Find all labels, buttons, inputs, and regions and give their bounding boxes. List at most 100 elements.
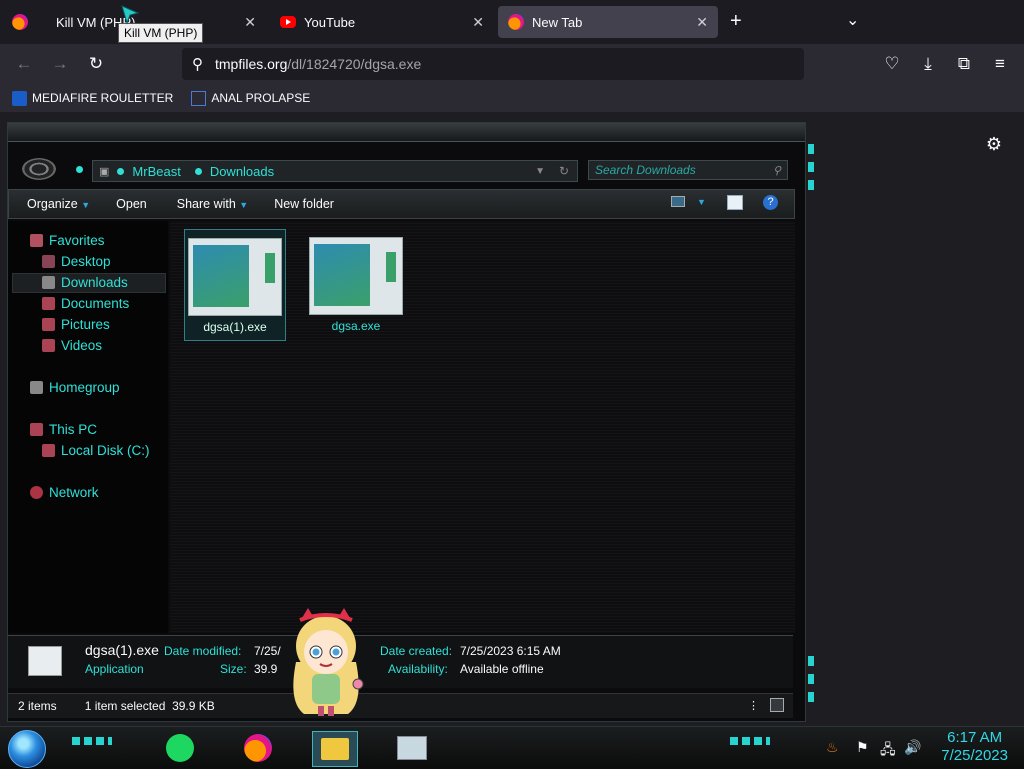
system-clock[interactable]: 6:17 AM 7/25/2023 [941, 729, 1008, 765]
nav-local-disk[interactable]: Local Disk (C:) [42, 443, 150, 458]
nav-this-pc[interactable]: This PC [30, 422, 97, 437]
url-bar[interactable]: ⚲ tmpfiles.org/dl/1824720/dgsa.exe [182, 48, 804, 80]
bookmark-second[interactable]: ANAL PROLAPSE [191, 90, 311, 106]
search-input[interactable]: Search Downloads ⚲ [588, 160, 788, 180]
file-list: dgsa(1).exe dgsa.exe [170, 221, 795, 633]
refresh-icon[interactable]: ↻ [559, 164, 569, 178]
nav-homegroup[interactable]: Homegroup [30, 380, 120, 395]
date-created-value: 7/25/2023 6:15 AM [460, 644, 561, 658]
chevron-down-icon[interactable]: ▼ [535, 166, 545, 177]
nav-documents[interactable]: Documents [42, 296, 129, 311]
file-item[interactable]: dgsa(1).exe [184, 229, 286, 341]
selection-info: 1 item selected 39.9 KB [84, 699, 215, 713]
taskbar-firefox[interactable] [236, 731, 280, 765]
taskbar-notes-app[interactable] [158, 731, 202, 765]
tab-youtube[interactable]: YouTube ✕ [270, 6, 494, 38]
chevron-down-icon[interactable]: ⌄ [846, 10, 859, 30]
file-name: dgsa.exe [331, 319, 381, 333]
start-button[interactable] [8, 730, 46, 768]
network-status-icon[interactable]: 🖧 [880, 739, 896, 763]
file-item[interactable]: dgsa.exe [306, 229, 406, 339]
open-button[interactable]: Open [116, 197, 147, 211]
window-edge-decoration [808, 656, 814, 702]
cursor-icon [121, 5, 140, 25]
large-icons-view-icon[interactable] [770, 698, 784, 712]
command-bar: Organize ▼ Open Share with ▼ New folder … [8, 189, 795, 219]
taskbar-file-explorer[interactable] [312, 731, 358, 767]
youtube-icon [280, 16, 296, 28]
address-dot-icon [76, 166, 83, 173]
nav-network[interactable]: Network [30, 485, 99, 500]
navigation-pane: Favorites Desktop Downloads Documents Pi… [8, 221, 168, 633]
character-mascot-icon [293, 608, 364, 716]
forward-button[interactable]: → [48, 52, 72, 76]
monitor-icon [397, 736, 427, 760]
tab-strip: Kill VM (PHP) ✕ YouTube ✕ New Tab ✕ + ⌄ … [0, 0, 1024, 44]
availability-label: Availability: [388, 662, 448, 676]
close-icon[interactable]: ✕ [244, 14, 256, 31]
new-tab-button[interactable]: + [730, 10, 742, 33]
tab-new-tab[interactable]: New Tab ✕ [498, 6, 718, 38]
tab-tooltip: Kill VM (PHP) [118, 23, 204, 43]
back-forward-orb-icon[interactable] [22, 158, 56, 180]
nav-label: Homegroup [49, 380, 120, 395]
bookmark-mediafire[interactable]: MEDIAFIRE ROULETTER [12, 90, 174, 106]
extensions-icon[interactable]: ⧉ [952, 52, 976, 76]
bookmarks-bar: MEDIAFIRE ROULETTER ANAL PROLAPSE [0, 84, 1024, 112]
firefox-view-icon[interactable] [12, 14, 28, 30]
menu-icon[interactable]: ≡ [988, 52, 1012, 76]
address-bar[interactable]: ▣ MrBeast Downloads ▼ ↻ [92, 160, 578, 182]
application-thumbnail-icon [309, 237, 403, 315]
chevron-down-icon[interactable]: ▼ [697, 197, 706, 207]
chevron-down-icon: ▼ [239, 200, 249, 210]
view-options-icon[interactable] [671, 196, 685, 207]
documents-icon [42, 297, 55, 310]
nav-desktop[interactable]: Desktop [42, 254, 111, 269]
folder-icon: ▣ [99, 165, 110, 178]
nav-favorites[interactable]: Favorites [30, 233, 105, 248]
flag-icon[interactable]: ⚑ [856, 739, 869, 756]
new-folder-button[interactable]: New folder [274, 197, 334, 211]
pocket-icon[interactable]: ♡ [880, 52, 904, 76]
details-view-icon[interactable]: ⋮ [748, 699, 759, 712]
bookmark-sigma-icon [191, 90, 207, 106]
details-file-name: dgsa(1).exe [85, 642, 159, 658]
taskbar-decoration [72, 737, 112, 745]
share-with-label: Share with [176, 197, 236, 211]
breadcrumb-downloads[interactable]: Downloads [210, 164, 274, 179]
file-explorer-window: ▣ MrBeast Downloads ▼ ↻ Search Downloads… [7, 122, 806, 722]
address-row: ▣ MrBeast Downloads ▼ ↻ Search Downloads… [8, 151, 805, 185]
nav-downloads[interactable]: Downloads [42, 275, 128, 290]
nav-label: This PC [49, 422, 98, 437]
nav-label: Local Disk (C:) [61, 443, 150, 458]
bookmark-label: MEDIAFIRE ROULETTER [32, 91, 174, 105]
download-icon[interactable]: ⤓ [916, 52, 940, 76]
availability-value: Available offline [460, 662, 544, 676]
preview-pane-icon[interactable] [727, 195, 743, 210]
computer-icon [30, 423, 43, 436]
close-icon[interactable]: ✕ [472, 14, 484, 31]
help-icon[interactable]: ? [763, 195, 778, 210]
bookmark-label: ANAL PROLAPSE [211, 91, 311, 105]
volume-icon[interactable]: 🔊 [904, 739, 921, 756]
taskbar: ♨ ⚑ 🖧 🔊 6:17 AM 7/25/2023 [0, 726, 1024, 769]
application-icon [28, 646, 62, 676]
share-with-button[interactable]: Share with ▼ [177, 197, 248, 211]
nav-pictures[interactable]: Pictures [42, 317, 110, 332]
details-pane: dgsa(1).exe Application Date modified: 7… [8, 635, 793, 688]
tab-title: New Tab [532, 14, 583, 30]
organize-button[interactable]: Organize ▼ [27, 197, 90, 211]
back-button[interactable]: ← [12, 52, 36, 76]
taskbar-task-manager[interactable] [390, 731, 434, 765]
gear-icon[interactable]: ⚙ [986, 134, 1002, 155]
close-icon[interactable]: ✕ [696, 14, 708, 31]
reload-button[interactable]: ↻ [84, 52, 108, 76]
notes-icon [166, 734, 194, 762]
star-icon [30, 234, 43, 247]
date-modified-value: 7/25/ [254, 644, 281, 658]
breadcrumb-mrbeast[interactable]: MrBeast [132, 164, 180, 179]
nav-videos[interactable]: Videos [42, 338, 102, 353]
java-icon[interactable]: ♨ [826, 739, 839, 756]
search-placeholder: Search Downloads [595, 163, 696, 177]
disk-icon [42, 444, 55, 457]
